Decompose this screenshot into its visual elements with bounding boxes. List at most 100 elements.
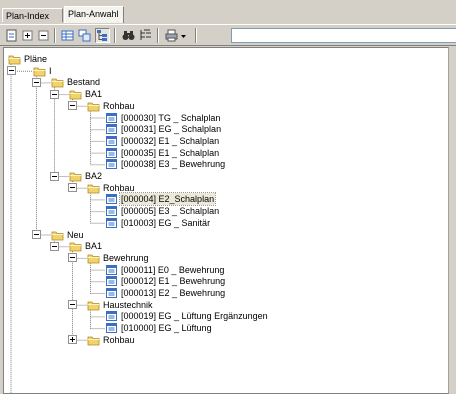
tree-item-label: [000019] EG _ Lüftung Ergänzungen — [121, 311, 268, 322]
tree-folder-item[interactable]: Haustechnik — [4, 299, 444, 311]
tree-item-label: [000031] EG _ Schalplan — [121, 124, 222, 135]
tree-plan-item[interactable]: [000038] E3 _ Bewehrung — [4, 158, 444, 170]
filter-tree-icon — [140, 29, 151, 40]
plan-document-icon — [106, 264, 117, 275]
printer-icon — [165, 29, 178, 42]
collapse-all-button[interactable] — [36, 28, 51, 43]
list-view-icon — [78, 29, 91, 42]
tree-item-label: BA2 — [85, 171, 103, 181]
tree-plan-item[interactable]: [010000] EG _ Lüftung — [4, 322, 444, 334]
search-input[interactable] — [231, 28, 456, 43]
print-dropdown-button[interactable] — [179, 28, 188, 43]
tree-plan-item[interactable]: [000004] E2_Schalplan — [4, 192, 444, 207]
tree-folder-item[interactable]: Neu — [4, 229, 444, 241]
dropdown-arrow-icon — [181, 35, 186, 38]
collapse-toggle-icon[interactable] — [32, 77, 41, 87]
tree-folder-item[interactable]: Bestand — [4, 76, 444, 88]
tree-plan-item[interactable]: [010003] EG _ Sanitär — [4, 217, 444, 229]
plan-document-icon — [106, 159, 117, 170]
tree-item-label: Neu — [67, 229, 84, 240]
folder-icon — [69, 242, 82, 252]
collapse-toggle-icon[interactable] — [32, 230, 41, 239]
tree-item-label: [010003] EG _ Sanitär — [121, 217, 211, 228]
tree-view-button[interactable] — [95, 28, 110, 43]
tree-plan-item[interactable]: [000012] E1 _ Bewehrung — [4, 275, 444, 287]
tree-item-label: BA1 — [85, 241, 103, 252]
folder-icon — [87, 336, 100, 346]
toolbar-separator — [157, 28, 159, 43]
collapse-toggle-icon[interactable] — [50, 171, 59, 181]
plan-document-icon — [106, 135, 117, 146]
tree-item-label: [000035] E1 _ Schalplan — [121, 147, 220, 158]
plan-document-icon — [106, 217, 117, 228]
search-button[interactable] — [121, 28, 136, 43]
tree-item-label: BA1 — [85, 89, 103, 100]
plan-document-icon — [106, 311, 117, 322]
tree-folder-item[interactable]: BA1 — [4, 88, 444, 100]
plan-document-icon — [106, 206, 117, 217]
collapse-toggle-icon[interactable] — [68, 101, 77, 111]
tree-folder-item[interactable]: Rohbau — [4, 182, 444, 194]
collapse-toggle-icon[interactable] — [6, 66, 16, 76]
tree-item-label: Rohbau — [103, 334, 135, 345]
collapse-all-icon — [38, 30, 49, 41]
plan-tree[interactable]: Pläne I Bestand BA1 Rohbau [000030] TG _ Scha… — [3, 47, 449, 394]
tree-plan-item[interactable]: [000032] E1 _ Schalplan — [4, 135, 444, 147]
tree-folder-item[interactable]: Bewehrung — [4, 252, 444, 264]
tree-folder-item[interactable]: Pläne — [4, 53, 444, 65]
table-view-icon — [61, 30, 74, 41]
tree-plan-item[interactable]: [000031] EG _ Schalplan — [4, 123, 444, 135]
tree-item-label: Bestand — [67, 77, 101, 88]
tree-plan-item[interactable]: [000035] E1 _ Schalplan — [4, 147, 444, 159]
collapse-toggle-icon[interactable] — [68, 300, 77, 310]
toolbar-separator — [54, 28, 56, 43]
tree-item-label: Pläne — [24, 54, 48, 64]
tree-plan-item[interactable]: [000005] E3 _ Schalplan — [4, 205, 444, 217]
tree-item-label: Haustechnik — [103, 299, 153, 310]
plan-document-icon — [106, 112, 117, 123]
plan-document-icon — [106, 147, 117, 158]
binoculars-search-icon — [122, 31, 135, 40]
tree-folder-item[interactable]: Rohbau — [4, 100, 444, 112]
expand-toggle-icon[interactable] — [68, 335, 77, 345]
tree-item-label: Rohbau — [103, 100, 135, 111]
plan-document-icon — [106, 194, 117, 205]
folder-icon — [51, 78, 64, 88]
tree-folder-item[interactable]: BA1 — [4, 240, 444, 252]
tree-plan-item[interactable]: [000013] E2 _ Bewehrung — [4, 287, 444, 299]
tree-item-label: [000011] E0 _ Bewehrung — [121, 264, 225, 275]
folder-icon — [87, 184, 100, 194]
collapse-toggle-icon[interactable] — [50, 89, 59, 99]
plan-document-icon — [106, 323, 117, 334]
tree-plan-item[interactable]: [000030] TG _ Schalplan — [4, 112, 444, 124]
table-view-button[interactable] — [60, 28, 75, 43]
tree-plan-item[interactable]: [000019] EG _ Lüftung Ergänzungen — [4, 310, 444, 322]
tab-plan-anwahl[interactable]: Plan-Anwahl — [64, 6, 124, 23]
filter-tree-button[interactable] — [138, 28, 153, 43]
plan-window: Plan-Index Plan-Anwahl Pläne I Bestand B… — [0, 0, 456, 394]
folder-icon — [87, 102, 100, 112]
folder-icon — [69, 90, 82, 100]
plan-document-icon — [106, 288, 117, 298]
print-button[interactable] — [164, 28, 179, 43]
folder-icon — [87, 254, 100, 264]
tree-view-icon — [97, 30, 107, 41]
toolbar-separator — [114, 28, 116, 43]
tree-folder-item[interactable]: Rohbau — [4, 334, 444, 346]
tree-item-label: Bewehrung — [103, 252, 149, 263]
toolbar-separator — [195, 28, 197, 43]
toolbar — [0, 24, 456, 46]
tree-folder-item[interactable]: BA2 — [4, 170, 444, 182]
list-view-button[interactable] — [77, 28, 92, 43]
collapse-toggle-icon[interactable] — [68, 183, 77, 193]
new-document-button[interactable] — [4, 28, 19, 43]
tab-plan-index[interactable]: Plan-Index — [2, 8, 63, 22]
expand-all-button[interactable] — [20, 28, 35, 43]
collapse-toggle-icon[interactable] — [50, 241, 59, 251]
plan-document-icon — [106, 276, 117, 287]
folder-icon — [87, 301, 100, 311]
collapse-toggle-icon[interactable] — [68, 253, 77, 263]
tree-plan-item[interactable]: [000011] E0 _ Bewehrung — [4, 264, 444, 276]
tree-item-label: [000038] E3 _ Bewehrung — [121, 159, 226, 170]
tree-folder-item[interactable]: I — [4, 65, 444, 77]
